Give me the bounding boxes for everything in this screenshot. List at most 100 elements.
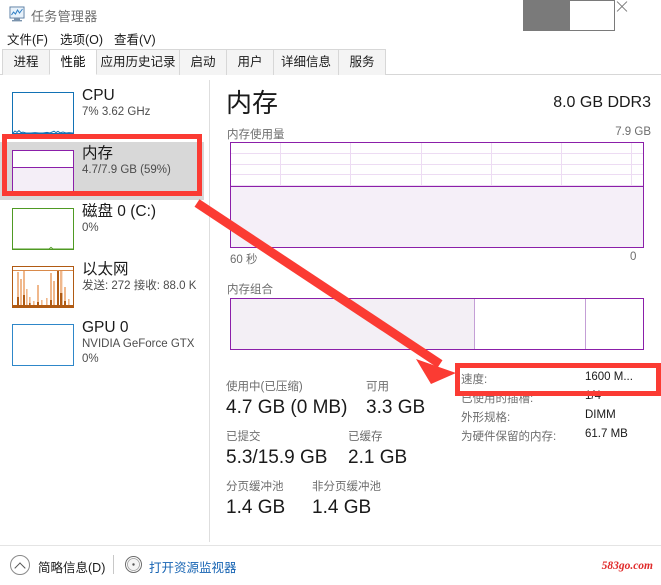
detail-hardware-reserved-value: 61.7 MB — [585, 428, 628, 440]
detail-row-slots-used: 已使用的插槽: 1/4 — [461, 390, 657, 409]
sidebar-item-memory-sub: 4.7/7.9 GB (59%) — [82, 164, 171, 176]
composition-divider-2 — [585, 299, 587, 349]
tab-services[interactable]: 服务 — [338, 49, 386, 75]
detail-slots-used-value: 1/4 — [585, 390, 601, 402]
footer-separator — [113, 555, 114, 574]
sidebar-item-gpu-sub2: 0% — [82, 353, 99, 365]
graph-axis-right-label: 0 — [630, 251, 637, 263]
graph-max-label: 7.9 GB — [615, 126, 651, 138]
tab-bar: 进程 性能 应用历史记录 启动 用户 详细信息 服务 — [0, 49, 661, 75]
menu-item-options[interactable]: 选项(O) — [60, 29, 103, 48]
ethernet-thumbnail-graph — [12, 266, 74, 308]
tab-startup[interactable]: 启动 — [179, 49, 227, 75]
sidebar-item-disk-sub: 0% — [82, 222, 99, 234]
memory-thumbnail-fill — [13, 167, 73, 191]
window-title: 任务管理器 — [31, 9, 98, 24]
memory-usage-graph — [230, 142, 644, 248]
stat-nonpaged-pool-label: 非分页缓冲池 — [312, 481, 381, 493]
resource-sidebar: CPU 7% 3.62 GHz 内存 4.7/7.9 GB (59%) 磁盘 0… — [0, 76, 210, 542]
tab-details[interactable]: 详细信息 — [273, 49, 339, 75]
page-title: 内存 — [226, 88, 279, 118]
stat-nonpaged-pool-value: 1.4 GB — [312, 497, 372, 518]
graph-caption: 内存使用量 — [227, 129, 285, 141]
task-manager-icon — [9, 6, 25, 22]
sidebar-item-memory[interactable]: 内存 4.7/7.9 GB (59%) — [0, 142, 204, 200]
stat-paged-pool-label: 分页缓冲池 — [226, 481, 284, 493]
maximize-button[interactable] — [569, 0, 615, 31]
sidebar-item-gpu-sub: NVIDIA GeForce GTX — [82, 338, 195, 350]
sidebar-item-cpu[interactable]: CPU 7% 3.62 GHz — [0, 84, 204, 142]
menu-item-file[interactable]: 文件(F) — [7, 29, 48, 48]
sidebar-item-gpu[interactable]: GPU 0 NVIDIA GeForce GTX 0% — [0, 316, 204, 374]
stat-nonpaged-pool: 非分页缓冲池 1.4 GB — [312, 480, 381, 520]
detail-row-speed: 速度: 1600 M... — [461, 371, 657, 390]
memory-composition-bar — [230, 298, 644, 350]
close-icon — [615, 0, 661, 31]
maximize-icon — [569, 0, 615, 31]
sidebar-item-ethernet[interactable]: 以太网 发送: 272 接收: 88.0 K — [0, 258, 204, 316]
sidebar-item-disk-title: 磁盘 0 (C:) — [82, 203, 157, 220]
detail-slots-used-key: 已使用的插槽: — [461, 393, 534, 405]
stat-committed: 已提交 5.3/15.9 GB — [226, 430, 327, 470]
memory-total-label: 8.0 GB DDR3 — [553, 94, 651, 111]
sidebar-separator — [209, 80, 210, 542]
menu-bar: 文件(F) 选项(O) 查看(V) — [0, 29, 661, 48]
composition-in-use-segment — [231, 299, 475, 349]
stat-available-value: 3.3 GB — [366, 397, 426, 418]
watermark: 583go.com — [601, 560, 653, 572]
detail-speed-value: 1600 M... — [585, 371, 633, 383]
sidebar-item-memory-title: 内存 — [82, 145, 114, 162]
stat-committed-label: 已提交 — [226, 431, 261, 443]
graph-axis-left-label: 60 秒 — [230, 254, 258, 266]
collapse-chevron-icon[interactable] — [10, 555, 30, 575]
close-button[interactable] — [615, 0, 661, 31]
composition-divider-1 — [474, 299, 476, 349]
stat-in-use-label: 使用中(已压缩) — [226, 381, 303, 393]
stat-cached-value: 2.1 GB — [348, 447, 408, 468]
memory-detail-panel: 内存 8.0 GB DDR3 内存使用量 7.9 GB 60 秒 0 内存组合 … — [212, 76, 661, 542]
tab-processes[interactable]: 进程 — [2, 49, 50, 75]
stat-in-use: 使用中(已压缩) 4.7 GB (0 MB) — [226, 380, 347, 420]
task-manager-window: 任务管理器 文件(F) 选项(O) 查看(V) 进程 性能 应用历史记录 启动 … — [0, 0, 661, 585]
tab-performance[interactable]: 性能 — [49, 49, 97, 75]
title-bar: 任务管理器 — [0, 0, 661, 31]
open-resource-monitor-link[interactable]: 打开资源监视器 — [149, 557, 237, 576]
stat-available-label: 可用 — [366, 381, 389, 393]
status-bar: 简略信息(D) 打开资源监视器 583go.com — [0, 545, 661, 585]
tab-app-history[interactable]: 应用历史记录 — [96, 49, 180, 75]
sidebar-item-disk[interactable]: 磁盘 0 (C:) 0% — [0, 200, 204, 258]
fewer-details-button[interactable]: 简略信息(D) — [38, 557, 105, 576]
sidebar-item-cpu-sub: 7% 3.62 GHz — [82, 106, 151, 118]
minimize-button[interactable] — [523, 0, 569, 31]
memory-thumbnail-graph — [12, 150, 74, 192]
tab-users[interactable]: 用户 — [226, 49, 274, 75]
detail-row-form-factor: 外形规格: DIMM — [461, 409, 657, 428]
detail-form-factor-key: 外形规格: — [461, 412, 511, 424]
detail-form-factor-value: DIMM — [585, 409, 616, 421]
sidebar-item-cpu-title: CPU — [82, 87, 115, 104]
stat-available: 可用 3.3 GB — [366, 380, 425, 420]
stat-cached: 已缓存 2.1 GB — [348, 430, 407, 470]
minimize-icon — [523, 0, 569, 31]
detail-row-hardware-reserved: 为硬件保留的内存: 61.7 MB — [461, 428, 657, 447]
resource-monitor-icon[interactable] — [124, 555, 143, 574]
stat-cached-label: 已缓存 — [348, 431, 383, 443]
menu-item-view[interactable]: 查看(V) — [114, 29, 156, 48]
detail-speed-key: 速度: — [461, 374, 488, 386]
memory-usage-area — [231, 185, 643, 247]
sidebar-item-gpu-title: GPU 0 — [82, 319, 129, 336]
stat-paged-pool-value: 1.4 GB — [226, 497, 286, 518]
detail-hardware-reserved-key: 为硬件保留的内存: — [461, 431, 557, 443]
gpu-thumbnail-graph — [12, 324, 74, 366]
cpu-thumbnail-graph — [12, 92, 74, 134]
stat-in-use-value: 4.7 GB (0 MB) — [226, 397, 348, 418]
memory-hardware-details: 速度: 1600 M... 已使用的插槽: 1/4 外形规格: DIMM 为硬件… — [461, 371, 657, 447]
cpu-sparkline — [13, 129, 73, 133]
disk-thumbnail-graph — [12, 208, 74, 250]
composition-caption: 内存组合 — [227, 284, 273, 296]
sidebar-item-ethernet-title: 以太网 — [82, 261, 129, 278]
ethernet-sparkline — [13, 270, 73, 307]
sidebar-item-ethernet-sub: 发送: 272 接收: 88.0 K — [82, 280, 197, 292]
stat-paged-pool: 分页缓冲池 1.4 GB — [226, 480, 285, 520]
stat-committed-value: 5.3/15.9 GB — [226, 447, 328, 468]
